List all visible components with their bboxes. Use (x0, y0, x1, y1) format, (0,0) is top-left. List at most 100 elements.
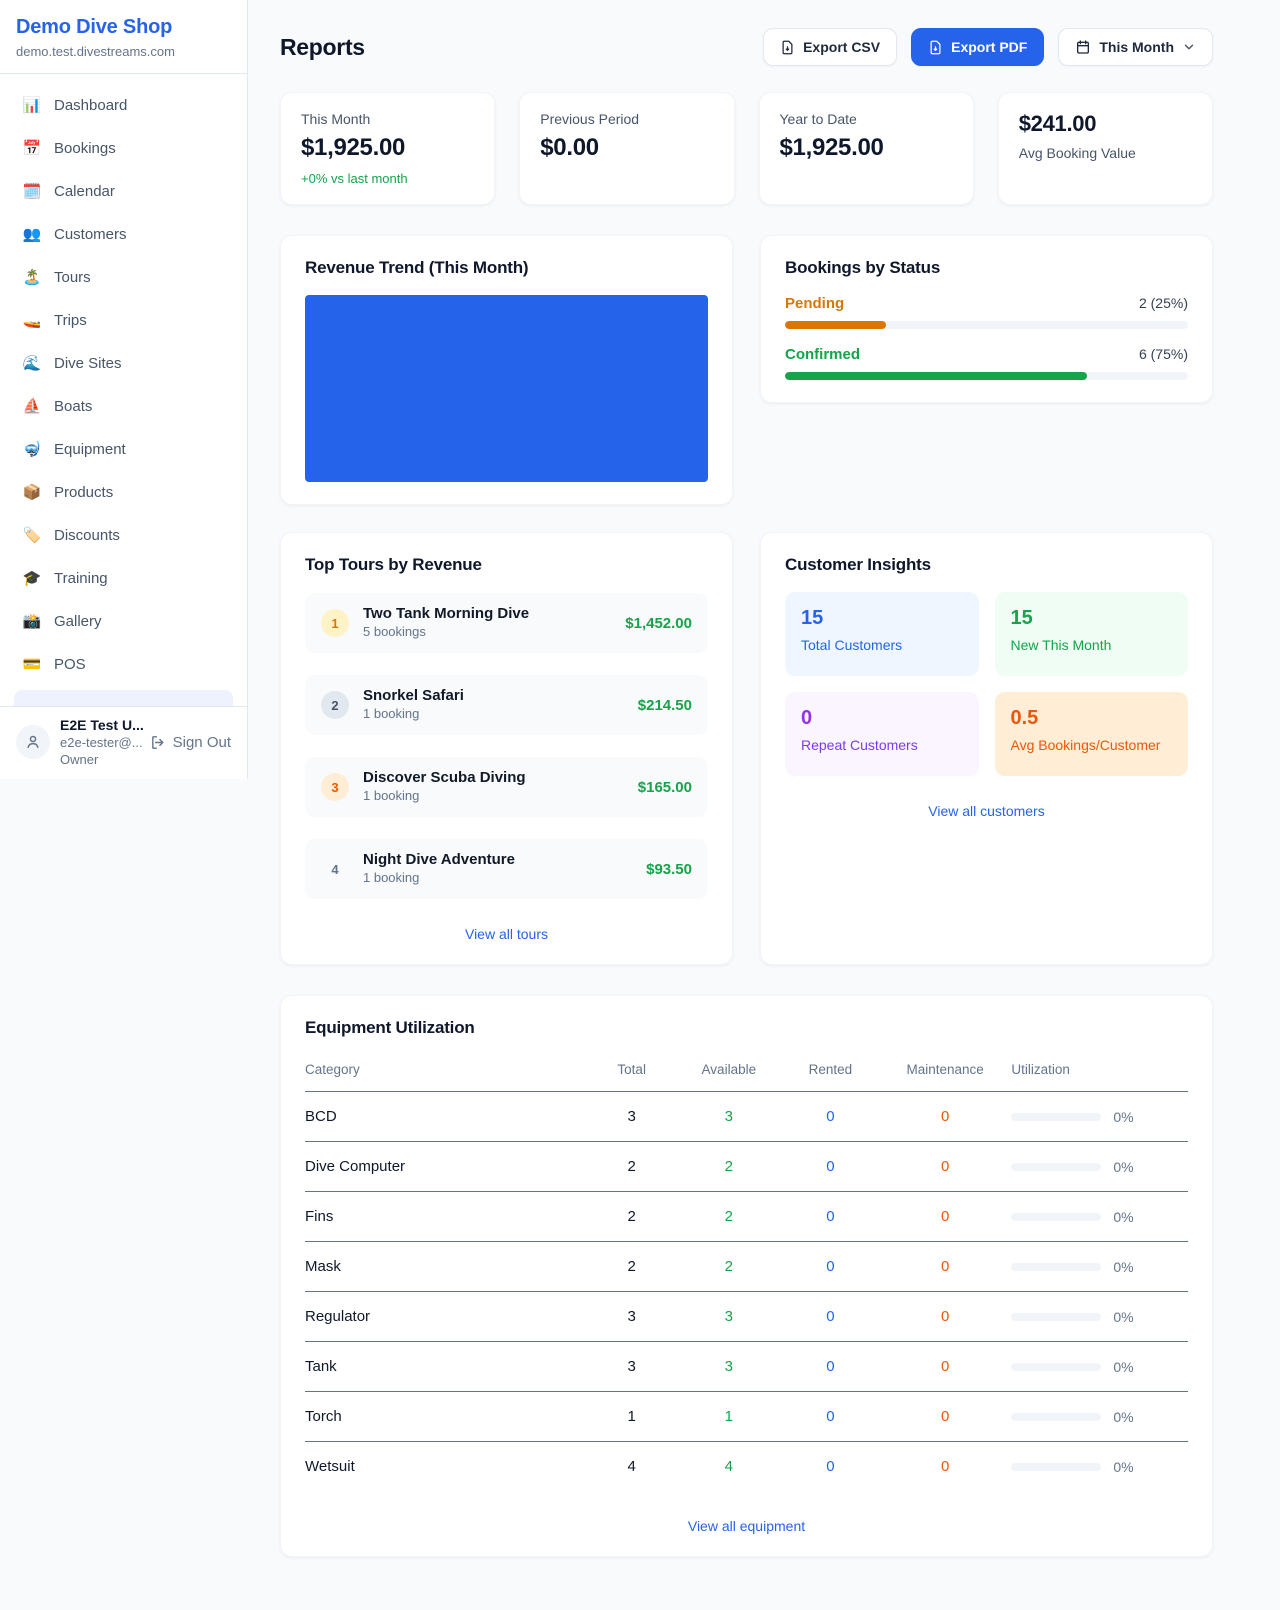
sidebar-item-products[interactable]: 📦 Products (12, 475, 235, 509)
utilization-cell: 0% (1011, 1309, 1188, 1325)
shop-name: Demo Dive Shop (16, 16, 231, 39)
equipment-utilization-title: Equipment Utilization (305, 1018, 1188, 1038)
equipment-available: 3 (676, 1342, 782, 1392)
user-role: Owner (60, 752, 140, 767)
sidebar: Demo Dive Shop demo.test.divestreams.com… (0, 0, 248, 779)
package-icon: 📦 (22, 483, 42, 501)
sidebar-item-bookings[interactable]: 📅 Bookings (12, 131, 235, 165)
progress-fill (785, 321, 886, 329)
tile-label: New This Month (1011, 637, 1173, 653)
sidebar-item-label: Customers (54, 226, 127, 243)
period-select[interactable]: This Month (1058, 28, 1213, 66)
export-pdf-button[interactable]: Export PDF (911, 28, 1044, 66)
export-csv-button[interactable]: Export CSV (763, 28, 897, 66)
equipment-available: 4 (676, 1442, 782, 1492)
equipment-maintenance: 0 (879, 1242, 1011, 1292)
equipment-rented: 0 (782, 1342, 879, 1392)
stat-value: $1,925.00 (780, 134, 953, 162)
sidebar-item-label: Trips (54, 312, 87, 329)
calendar-outline-icon (1075, 39, 1091, 55)
utilization-percent: 0% (1113, 1459, 1133, 1475)
sidebar-item-calendar[interactable]: 🗓️Calendar (12, 174, 235, 208)
sidebar-item-dive-sites[interactable]: 🌊Dive Sites (12, 346, 235, 380)
table-row: Wetsuit44000% (305, 1442, 1188, 1492)
bookings-calendar-icon: 📅 (22, 139, 42, 157)
status-label: Confirmed (785, 346, 860, 363)
sign-out-button[interactable]: Sign Out (150, 734, 231, 751)
sidebar-item-customers[interactable]: 👥 Customers (12, 217, 235, 251)
equipment-available: 2 (676, 1242, 782, 1292)
sidebar-item-equipment[interactable]: 🤿 Equipment (12, 432, 235, 466)
tour-bookings: 5 bookings (363, 624, 426, 639)
stat-label: This Month (301, 111, 474, 127)
tour-row: 2 Snorkel Safari1 booking $214.50 (305, 675, 708, 735)
equipment-available: 2 (676, 1192, 782, 1242)
tour-name: Two Tank Morning Dive (363, 605, 529, 622)
sidebar-item-gallery[interactable]: 📸Gallery (12, 604, 235, 638)
view-all-tours-link[interactable]: View all tours (305, 926, 708, 942)
equipment-total: 3 (588, 1292, 676, 1342)
sidebar-item-label: Bookings (54, 140, 116, 157)
sign-out-label: Sign Out (173, 734, 231, 751)
customers-icon: 👥 (22, 225, 42, 243)
view-all-equipment-link[interactable]: View all equipment (305, 1518, 1188, 1534)
file-download-icon (928, 40, 943, 55)
tile-label: Total Customers (801, 637, 963, 653)
sidebar-item-label: Equipment (54, 441, 126, 458)
shop-domain: demo.test.divestreams.com (16, 44, 231, 59)
sidebar-item-boats[interactable]: ⛵Boats (12, 389, 235, 423)
status-row-confirmed: Confirmed 6 (75%) (785, 346, 1188, 380)
equipment-maintenance: 0 (879, 1192, 1011, 1242)
insights-row: Top Tours by Revenue 1 Two Tank Morning … (280, 532, 1213, 965)
bookings-by-status-title: Bookings by Status (785, 258, 1188, 278)
sidebar-item-tours[interactable]: 🏝️Tours (12, 260, 235, 294)
sidebar-item-training[interactable]: 🎓Training (12, 561, 235, 595)
equipment-category: BCD (305, 1092, 588, 1142)
equipment-available: 3 (676, 1292, 782, 1342)
diving-mask-icon: 🤿 (22, 440, 42, 458)
tour-name: Snorkel Safari (363, 687, 464, 704)
utilization-percent: 0% (1113, 1209, 1133, 1225)
page-header: Reports Export CSV Export PDF This Month (280, 28, 1213, 66)
equipment-available: 2 (676, 1142, 782, 1192)
progress-track (785, 372, 1188, 380)
rank-badge: 2 (321, 691, 349, 719)
sidebar-item-pos[interactable]: 💳POS (12, 647, 235, 681)
equipment-rented: 0 (782, 1442, 879, 1492)
utilization-cell: 0% (1011, 1409, 1188, 1425)
stat-value: $241.00 (1019, 111, 1192, 137)
equipment-rented: 0 (782, 1192, 879, 1242)
sidebar-item-dashboard[interactable]: 📊Dashboard (12, 88, 235, 122)
tour-amount: $93.50 (646, 861, 692, 878)
col-available: Available (676, 1050, 782, 1092)
equipment-maintenance: 0 (879, 1392, 1011, 1442)
equipment-category: Fins (305, 1192, 588, 1242)
tile-label: Repeat Customers (801, 737, 963, 753)
status-label: Pending (785, 295, 844, 312)
rank-badge: 1 (321, 609, 349, 637)
view-all-customers-link[interactable]: View all customers (785, 803, 1188, 819)
sign-out-icon (150, 734, 167, 751)
sidebar-nav: 📊Dashboard 📅 Bookings 🗓️Calendar 👥 Custome… (0, 74, 247, 706)
sidebar-item-reports-active[interactable] (14, 690, 233, 706)
table-header-row: Category Total Available Rented Maintena… (305, 1050, 1188, 1092)
sidebar-item-label: Boats (54, 398, 92, 415)
table-row: Dive Computer22000% (305, 1142, 1188, 1192)
tour-bookings: 1 booking (363, 788, 419, 803)
status-count: 6 (75%) (1139, 346, 1188, 362)
equipment-category: Regulator (305, 1292, 588, 1342)
equipment-category: Dive Computer (305, 1142, 588, 1192)
dashboard-icon: 📊 (22, 96, 42, 114)
sidebar-item-discounts[interactable]: 🏷️Discounts (12, 518, 235, 552)
sidebar-item-label: Calendar (54, 183, 115, 200)
top-tours-title: Top Tours by Revenue (305, 555, 708, 575)
tile-value: 15 (1011, 607, 1173, 630)
avatar (16, 725, 50, 759)
utilization-track (1011, 1363, 1101, 1371)
sidebar-item-trips[interactable]: 🚤Trips (12, 303, 235, 337)
sidebar-item-label: Products (54, 484, 113, 501)
revenue-trend-title: Revenue Trend (This Month) (305, 258, 708, 278)
tour-name: Night Dive Adventure (363, 851, 515, 868)
utilization-track (1011, 1113, 1101, 1121)
tile-avg-bookings-customer: 0.5 Avg Bookings/Customer (995, 692, 1189, 776)
